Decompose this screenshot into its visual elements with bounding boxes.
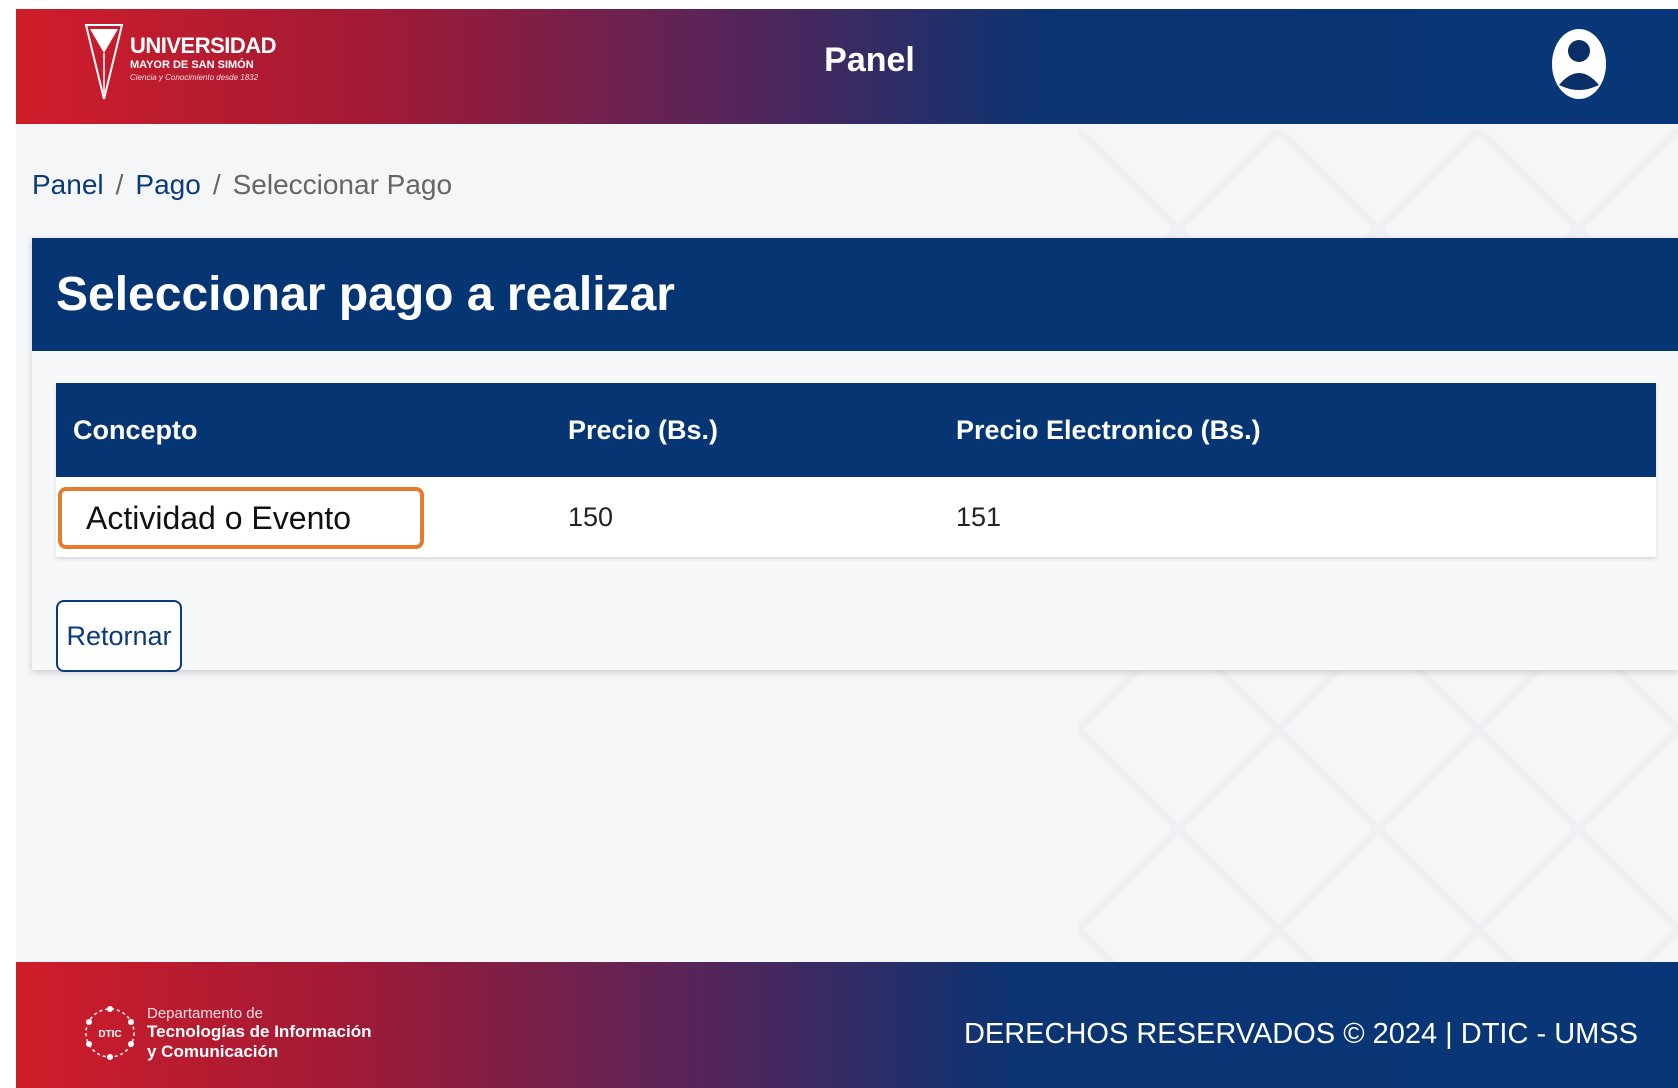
breadcrumb-separator: / [115, 169, 124, 200]
table-header: Concepto Precio (Bs.) Precio Electronico… [56, 383, 1656, 477]
breadcrumb-separator: / [212, 169, 221, 200]
page: UNIVERSIDAD MAYOR DE SAN SIMÓN Ciencia y… [16, 9, 1678, 1088]
column-header-precio: Precio (Bs.) [568, 414, 719, 445]
payment-table: Concepto Precio (Bs.) Precio Electronico… [56, 383, 1656, 557]
dtic-logo: DTIC Departamento de Tecnologías de Info… [81, 998, 372, 1068]
dtic-badge-text: DTIC [98, 1029, 121, 1040]
breadcrumb-panel[interactable]: Panel [32, 169, 104, 201]
concepto-link-highlighted[interactable]: Actividad o Evento [58, 487, 424, 549]
cell-precio: 150 [568, 501, 614, 532]
column-header-precio-electronico: Precio Electronico (Bs.) [956, 414, 1261, 445]
top-navbar: UNIVERSIDAD MAYOR DE SAN SIMÓN Ciencia y… [16, 9, 1678, 124]
column-header-concepto: Concepto [73, 414, 198, 445]
footer-logo-line-3: y Comunicación [147, 1041, 279, 1061]
footer-logo-line-1: Departamento de [147, 1004, 263, 1022]
dtic-network-icon: DTIC [85, 1006, 135, 1060]
page-title: Panel [824, 41, 915, 79]
footer: DTIC Departamento de Tecnologías de Info… [16, 962, 1678, 1088]
card-title: Seleccionar pago a realizar [32, 238, 1678, 351]
footer-logo-line-2: Tecnologías de Información [147, 1022, 372, 1042]
breadcrumb-pago[interactable]: Pago [135, 169, 200, 201]
payment-card: Seleccionar pago a realizar Concepto Pre… [32, 238, 1678, 672]
cell-precio-electronico: 151 [956, 501, 1002, 532]
copyright-text: DERECHOS RESERVADOS © 2024 | DTIC - UMSS [963, 1018, 1638, 1050]
breadcrumb: Panel / Pago / Seleccionar Pago [32, 169, 452, 201]
breadcrumb-current: Seleccionar Pago [232, 169, 453, 200]
user-circle-icon[interactable] [1549, 25, 1609, 103]
table-row[interactable]: Actividad o Evento 150 151 [56, 477, 1656, 557]
return-button[interactable]: Retornar [56, 600, 182, 672]
